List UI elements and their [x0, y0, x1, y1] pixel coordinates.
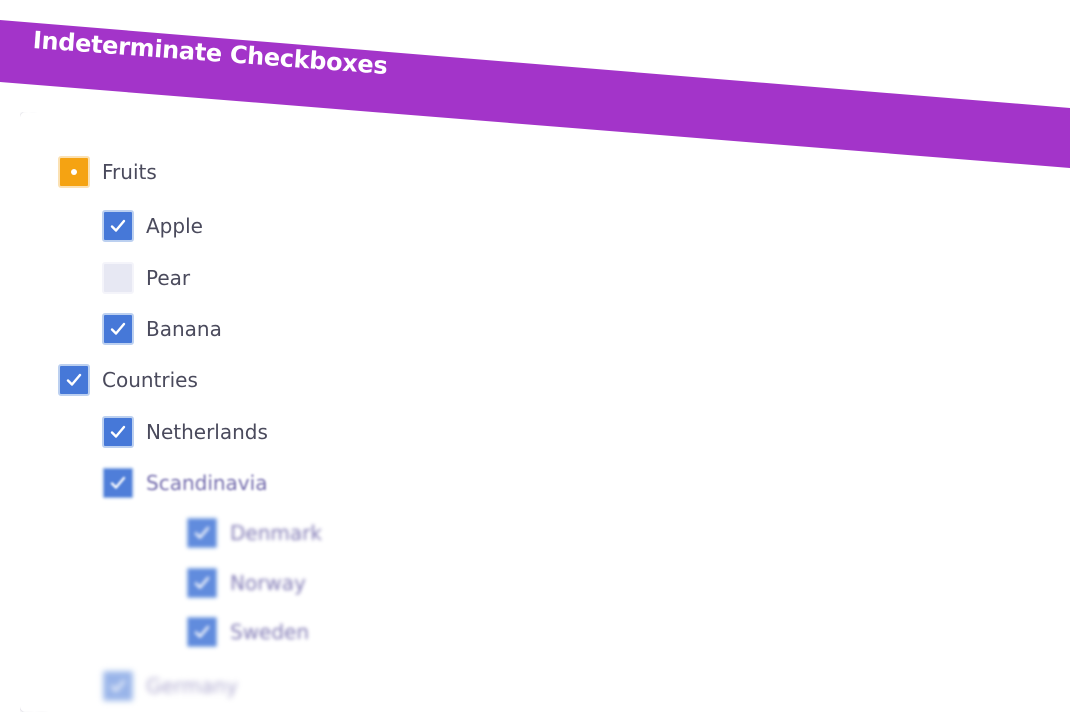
checkbox[interactable]: [186, 517, 218, 549]
tree-item-netherlands[interactable]: Netherlands: [102, 416, 268, 448]
tree-item-apple[interactable]: Apple: [102, 210, 203, 242]
indeterminate-checkbox[interactable]: [58, 156, 90, 188]
tree-item-label: Norway: [230, 571, 306, 595]
checkbox[interactable]: [186, 567, 218, 599]
tree-item-label: Pear: [146, 266, 191, 290]
checkbox[interactable]: [102, 262, 134, 294]
dot-icon: [71, 169, 77, 175]
checkbox[interactable]: [58, 364, 90, 396]
checkmark-icon: [194, 625, 210, 638]
checkbox[interactable]: [102, 467, 134, 499]
checkmark-icon: [110, 322, 126, 335]
tree-item-scandinavia[interactable]: Scandinavia: [102, 467, 267, 499]
checkmark-icon: [110, 476, 126, 489]
checkbox-tree-card: [20, 112, 1060, 712]
tree-item-fruits[interactable]: Fruits: [58, 156, 157, 188]
tree-item-label: Fruits: [102, 160, 157, 184]
checkbox[interactable]: [102, 313, 134, 345]
tree-item-label: Denmark: [230, 521, 322, 545]
tree-item-label: Countries: [102, 368, 198, 392]
tree-item-label: Banana: [146, 317, 222, 341]
checkmark-icon: [66, 373, 82, 386]
page: Indeterminate Checkboxes Fruits Apple Pe…: [0, 0, 1070, 722]
checkbox[interactable]: [102, 416, 134, 448]
checkbox[interactable]: [102, 210, 134, 242]
checkbox[interactable]: [186, 616, 218, 648]
checkmark-icon: [110, 679, 126, 692]
tree-item-norway[interactable]: Norway: [186, 567, 306, 599]
checkmark-icon: [194, 576, 210, 589]
tree-item-label: Apple: [146, 214, 203, 238]
tree-item-label: Germany: [146, 674, 238, 698]
tree-item-sweden[interactable]: Sweden: [186, 616, 309, 648]
tree-item-label: Sweden: [230, 620, 310, 644]
checkmark-icon: [110, 219, 126, 232]
tree-item-banana[interactable]: Banana: [102, 313, 222, 345]
checkbox[interactable]: [102, 670, 134, 702]
tree-item-pear[interactable]: Pear: [102, 262, 190, 294]
checkmark-icon: [194, 526, 210, 539]
tree-item-countries[interactable]: Countries: [58, 364, 198, 396]
checkmark-icon: [110, 425, 126, 438]
tree-item-germany[interactable]: Germany: [102, 670, 238, 702]
tree-item-label: Netherlands: [146, 420, 268, 444]
tree-item-denmark[interactable]: Denmark: [186, 517, 322, 549]
tree-item-label: Scandinavia: [146, 471, 268, 495]
